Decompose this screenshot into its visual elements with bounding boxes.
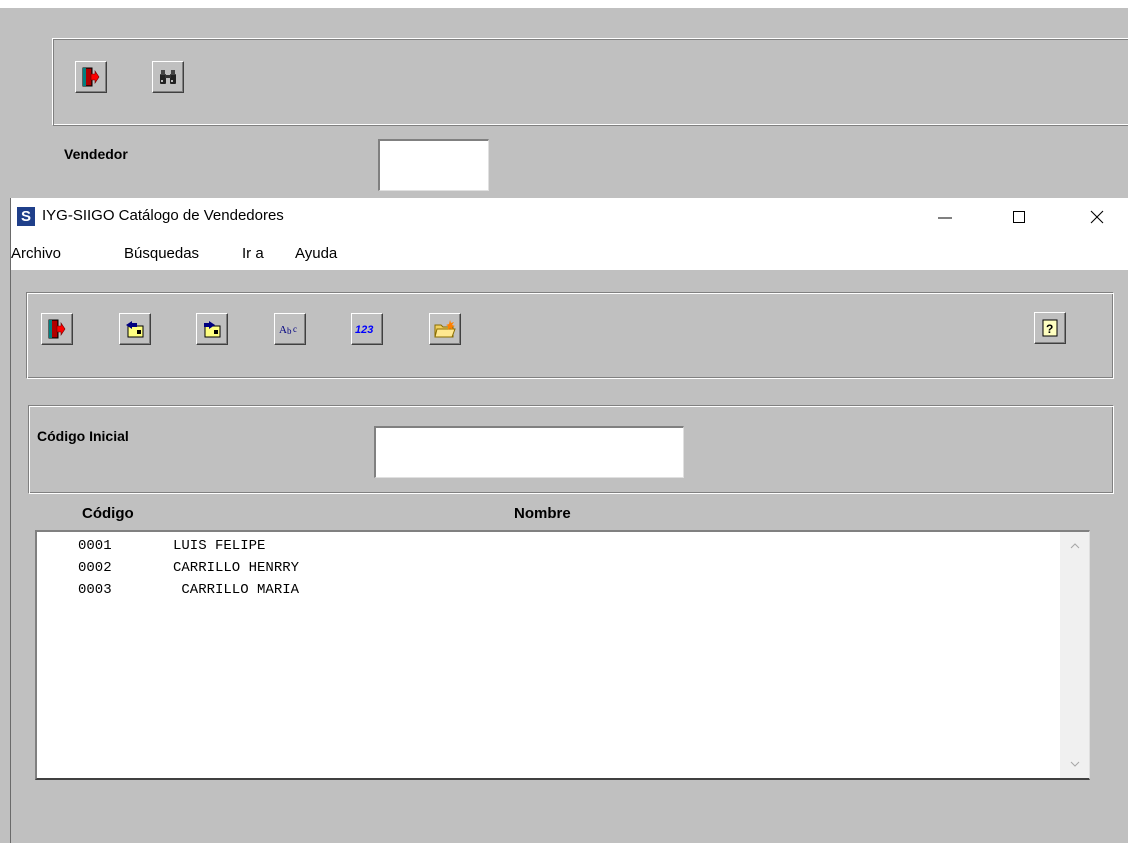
- alphabetical-sort-icon: A b c: [279, 324, 297, 336]
- scroll-up-button[interactable]: [1060, 534, 1089, 558]
- vendedor-input[interactable]: [378, 139, 489, 191]
- close-button[interactable]: [1074, 198, 1120, 236]
- new-button[interactable]: [429, 313, 461, 345]
- binoculars-icon: [160, 70, 176, 84]
- menu-archivo[interactable]: Archivo: [11, 245, 61, 262]
- vendedor-label: Vendedor: [64, 146, 128, 162]
- exit-door-icon: [48, 319, 66, 339]
- svg-text:?: ?: [1046, 322, 1053, 336]
- toolbar-panel: A b c 123 ?: [26, 292, 1114, 379]
- minimize-icon: [938, 217, 952, 219]
- vendor-name: LUIS FELIPE: [173, 538, 266, 554]
- menu-ir-a[interactable]: Ir a: [242, 245, 264, 262]
- siigo-app-icon: S: [17, 207, 35, 226]
- exit-button[interactable]: [41, 313, 73, 345]
- help-icon: ?: [1042, 319, 1058, 337]
- svg-text:A: A: [279, 324, 287, 336]
- close-icon: [1090, 210, 1104, 224]
- vendor-code: 0001: [78, 538, 112, 554]
- scroll-down-button[interactable]: [1060, 752, 1089, 776]
- sort-alphabetical-button[interactable]: A b c: [274, 313, 306, 345]
- menu-ayuda[interactable]: Ayuda: [295, 245, 337, 262]
- title-bar[interactable]: S IYG-SIIGO Catálogo de Vendedores: [11, 198, 1128, 236]
- previous-record-icon: [126, 321, 144, 338]
- next-button[interactable]: [196, 313, 228, 345]
- maximize-icon: [1013, 211, 1025, 223]
- vertical-scrollbar[interactable]: [1060, 532, 1089, 778]
- sort-numeric-button[interactable]: 123: [351, 313, 383, 345]
- catalog-dialog: S IYG-SIIGO Catálogo de Vendedores Archi…: [10, 198, 1128, 843]
- maximize-button[interactable]: [996, 198, 1042, 236]
- exit-door-icon: [82, 67, 100, 87]
- vendor-code: 0002: [78, 560, 112, 576]
- previous-button[interactable]: [119, 313, 151, 345]
- column-header-codigo: Código: [82, 505, 134, 522]
- search-button[interactable]: [152, 61, 184, 93]
- window-title: IYG-SIIGO Catálogo de Vendedores: [42, 207, 284, 224]
- new-folder-icon: [434, 320, 456, 338]
- vendor-name: CARRILLO MARIA: [173, 582, 300, 598]
- svg-text:123: 123: [355, 324, 373, 336]
- menu-busquedas[interactable]: Búsquedas: [124, 245, 199, 262]
- help-button[interactable]: ?: [1034, 312, 1066, 344]
- svg-text:c: c: [293, 324, 297, 334]
- numeric-sort-icon: 123: [355, 324, 373, 336]
- codigo-inicial-label: Código Inicial: [37, 428, 129, 444]
- vendor-name: CARRILLO HENRRY: [173, 560, 300, 576]
- exit-button[interactable]: [75, 61, 107, 93]
- background-toolbar: [52, 38, 1128, 126]
- vendedores-list[interactable]: 0001 LUIS FELIPE 0002 CARRILLO HENRRY 00…: [35, 530, 1090, 780]
- chevron-up-icon: [1070, 543, 1079, 549]
- codigo-inicial-input[interactable]: [374, 426, 684, 478]
- svg-text:b: b: [287, 326, 292, 336]
- minimize-button[interactable]: [922, 198, 968, 236]
- column-header-nombre: Nombre: [514, 505, 571, 522]
- menu-bar: Archivo Búsquedas Ir a Ayuda: [11, 236, 1128, 270]
- vendor-code: 0003: [78, 582, 112, 598]
- background-title-strip: [0, 0, 1128, 8]
- chevron-down-icon: [1070, 761, 1079, 767]
- next-record-icon: [204, 321, 221, 338]
